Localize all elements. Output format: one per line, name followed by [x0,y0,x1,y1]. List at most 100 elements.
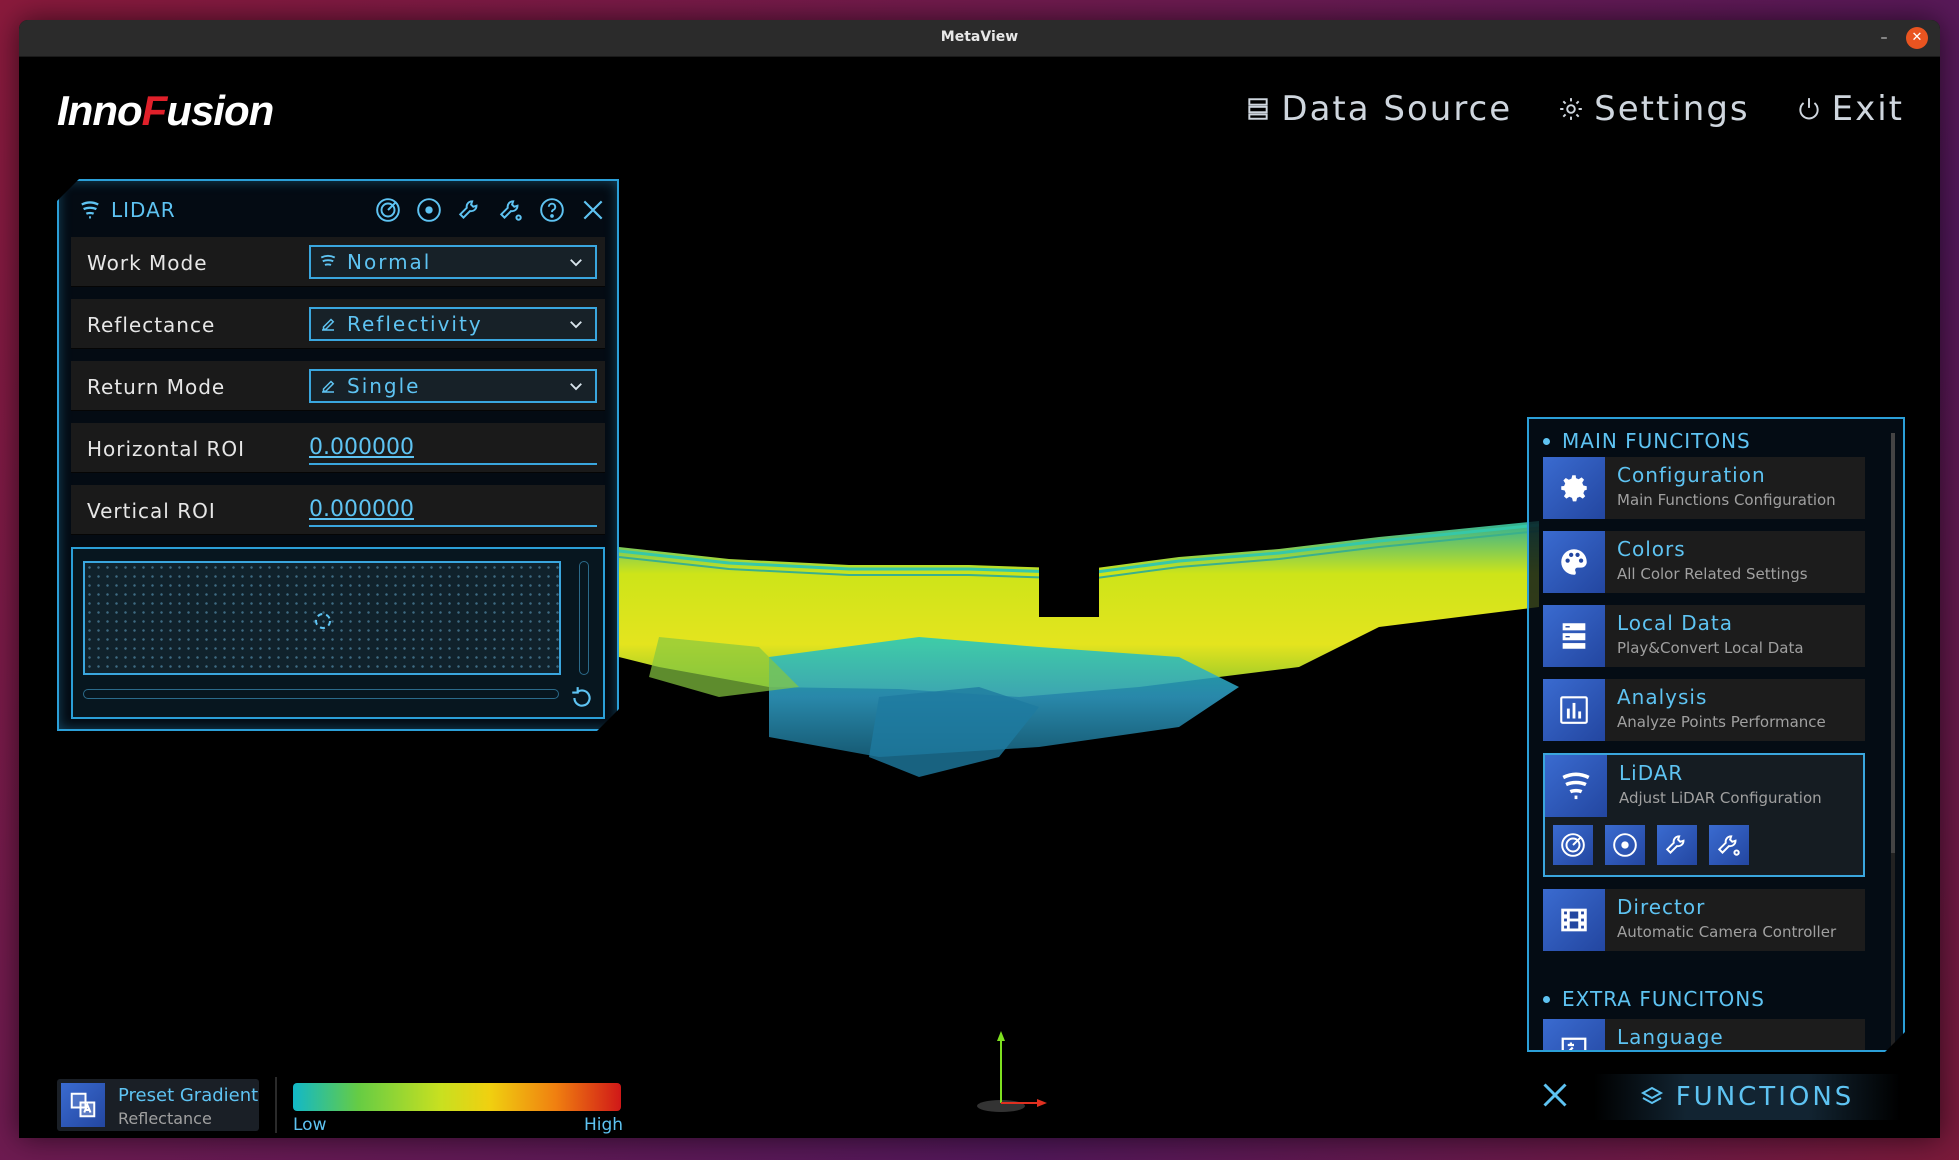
wifi-icon [319,253,337,271]
return-mode-row: Return Mode Single [71,361,605,411]
chevron-down-icon [567,253,585,271]
horizontal-roi-label: Horizontal ROI [87,437,246,461]
edit-icon [319,315,337,333]
card-director-title: Director [1617,895,1706,919]
bar-chart-icon [1543,679,1605,741]
card-local-data-title: Local Data [1617,611,1733,635]
card-director[interactable]: Director Automatic Camera Controller [1543,889,1865,951]
titlebar: MetaView – ✕ [19,20,1940,57]
card-analysis-subtitle: Analyze Points Performance [1617,713,1826,731]
reflectance-value: Reflectivity [347,312,483,336]
crosshair-icon[interactable] [311,609,335,633]
power-icon [1798,98,1819,120]
color-preset-title: Preset Gradient [118,1085,259,1106]
roi-control-area [71,547,605,719]
help-icon[interactable] [538,196,566,224]
palette-icon [1543,531,1605,593]
minimize-button[interactable]: – [1873,27,1895,49]
vertical-roi-value: 0.000000 [309,497,414,522]
color-gradient-bar [293,1083,621,1111]
nav-exit[interactable]: Exit [1796,89,1904,129]
vertical-roi-label: Vertical ROI [87,499,216,523]
nav-settings-label: Settings [1594,89,1750,129]
wrench-user-icon[interactable] [1657,825,1697,865]
card-colors[interactable]: Colors All Color Related Settings [1543,531,1865,593]
nav-data-source-label: Data Source [1281,89,1513,129]
card-language[interactable]: Language [1543,1019,1865,1052]
close-button[interactable]: ✕ [1906,27,1928,49]
card-analysis[interactable]: Analysis Analyze Points Performance [1543,679,1865,741]
database-icon [1543,605,1605,667]
vertical-roi-input[interactable]: 0.000000 [309,495,597,527]
app-content: InnoFusion Data Source Settings Exit LID… [19,57,1940,1138]
extra-functions-header: EXTRA FUNCITONS [1543,987,1765,1011]
gear-icon [1543,457,1605,519]
reflectance-select[interactable]: Reflectivity [309,307,597,341]
language-icon [1543,1019,1605,1052]
horizontal-roi-slider[interactable] [83,689,559,699]
reflectance-row: Reflectance Reflectivity [71,299,605,349]
chevron-down-icon [567,377,585,395]
card-configuration[interactable]: Configuration Main Functions Configurati… [1543,457,1865,519]
card-lidar-subtitle: Adjust LiDAR Configuration [1619,789,1822,807]
target-icon[interactable] [415,196,443,224]
point-cloud-view[interactable] [619,457,1539,807]
translate-icon [61,1083,105,1127]
radar-icon[interactable] [374,196,402,224]
lidar-panel-header: LIDAR [79,195,607,225]
server-icon [1248,98,1269,120]
card-analysis-title: Analysis [1617,685,1708,709]
gradient-low-label: Low [293,1115,327,1135]
vertical-roi-row: Vertical ROI 0.000000 [71,485,605,535]
edit-icon [319,377,337,395]
card-configuration-subtitle: Main Functions Configuration [1617,491,1836,509]
functions-panel: MAIN FUNCITONS Configuration Main Functi… [1527,417,1905,1052]
wrench-user-icon[interactable] [456,196,484,224]
gradient-high-label: High [584,1115,624,1135]
wrench-config-icon[interactable] [497,196,525,224]
nav-data-source[interactable]: Data Source [1245,89,1512,129]
functions-scrollbar[interactable] [1891,433,1895,1052]
card-configuration-title: Configuration [1617,463,1766,487]
functions-button[interactable]: FUNCTIONS [1594,1074,1900,1120]
color-preset-subtitle: Reflectance [118,1109,212,1128]
window-title: MetaView [940,29,1019,45]
lidar-panel-title: LIDAR [111,198,176,222]
return-mode-select[interactable]: Single [309,369,597,403]
main-functions-header: MAIN FUNCITONS [1543,429,1751,453]
app-window: MetaView – ✕ InnoFusion Data Source Sett… [19,20,1940,1138]
card-lidar[interactable]: LiDAR Adjust LiDAR Configuration [1543,753,1865,877]
functions-close-icon[interactable] [1537,1077,1573,1113]
nav-settings[interactable]: Settings [1558,89,1749,129]
radar-icon[interactable] [1553,825,1593,865]
card-lidar-title: LiDAR [1619,761,1684,785]
nav-exit-label: Exit [1831,89,1904,129]
roi-pad[interactable] [83,561,561,675]
reflectance-label: Reflectance [87,313,216,337]
work-mode-row: Work Mode Normal [71,237,605,287]
color-preset-card[interactable]: Preset Gradient Reflectance [57,1079,259,1131]
horizontal-roi-input[interactable]: 0.000000 [309,433,597,465]
innofusion-logo: InnoFusion [57,87,274,134]
top-navigation: Data Source Settings Exit [1245,89,1904,129]
lidar-panel: LIDAR Work Mode Normal Reflectance Refle… [57,179,619,731]
card-language-title: Language [1617,1025,1724,1049]
legend-divider [275,1077,277,1133]
card-director-subtitle: Automatic Camera Controller [1617,923,1837,941]
horizontal-roi-value: 0.000000 [309,435,414,460]
vertical-roi-slider[interactable] [579,561,589,675]
chevron-down-icon [567,315,585,333]
axes-gizmo-icon [977,1031,1047,1112]
horizontal-roi-row: Horizontal ROI 0.000000 [71,423,605,473]
wifi-icon [79,199,101,221]
functions-button-label: FUNCTIONS [1675,1082,1855,1112]
reset-icon[interactable] [569,685,595,711]
close-icon[interactable] [579,196,607,224]
work-mode-select[interactable]: Normal [309,245,597,279]
target-icon[interactable] [1605,825,1645,865]
wifi-icon [1545,755,1607,817]
card-local-data-subtitle: Play&Convert Local Data [1617,639,1804,657]
wrench-config-icon[interactable] [1709,825,1749,865]
layers-icon [1640,1086,1663,1105]
card-local-data[interactable]: Local Data Play&Convert Local Data [1543,605,1865,667]
